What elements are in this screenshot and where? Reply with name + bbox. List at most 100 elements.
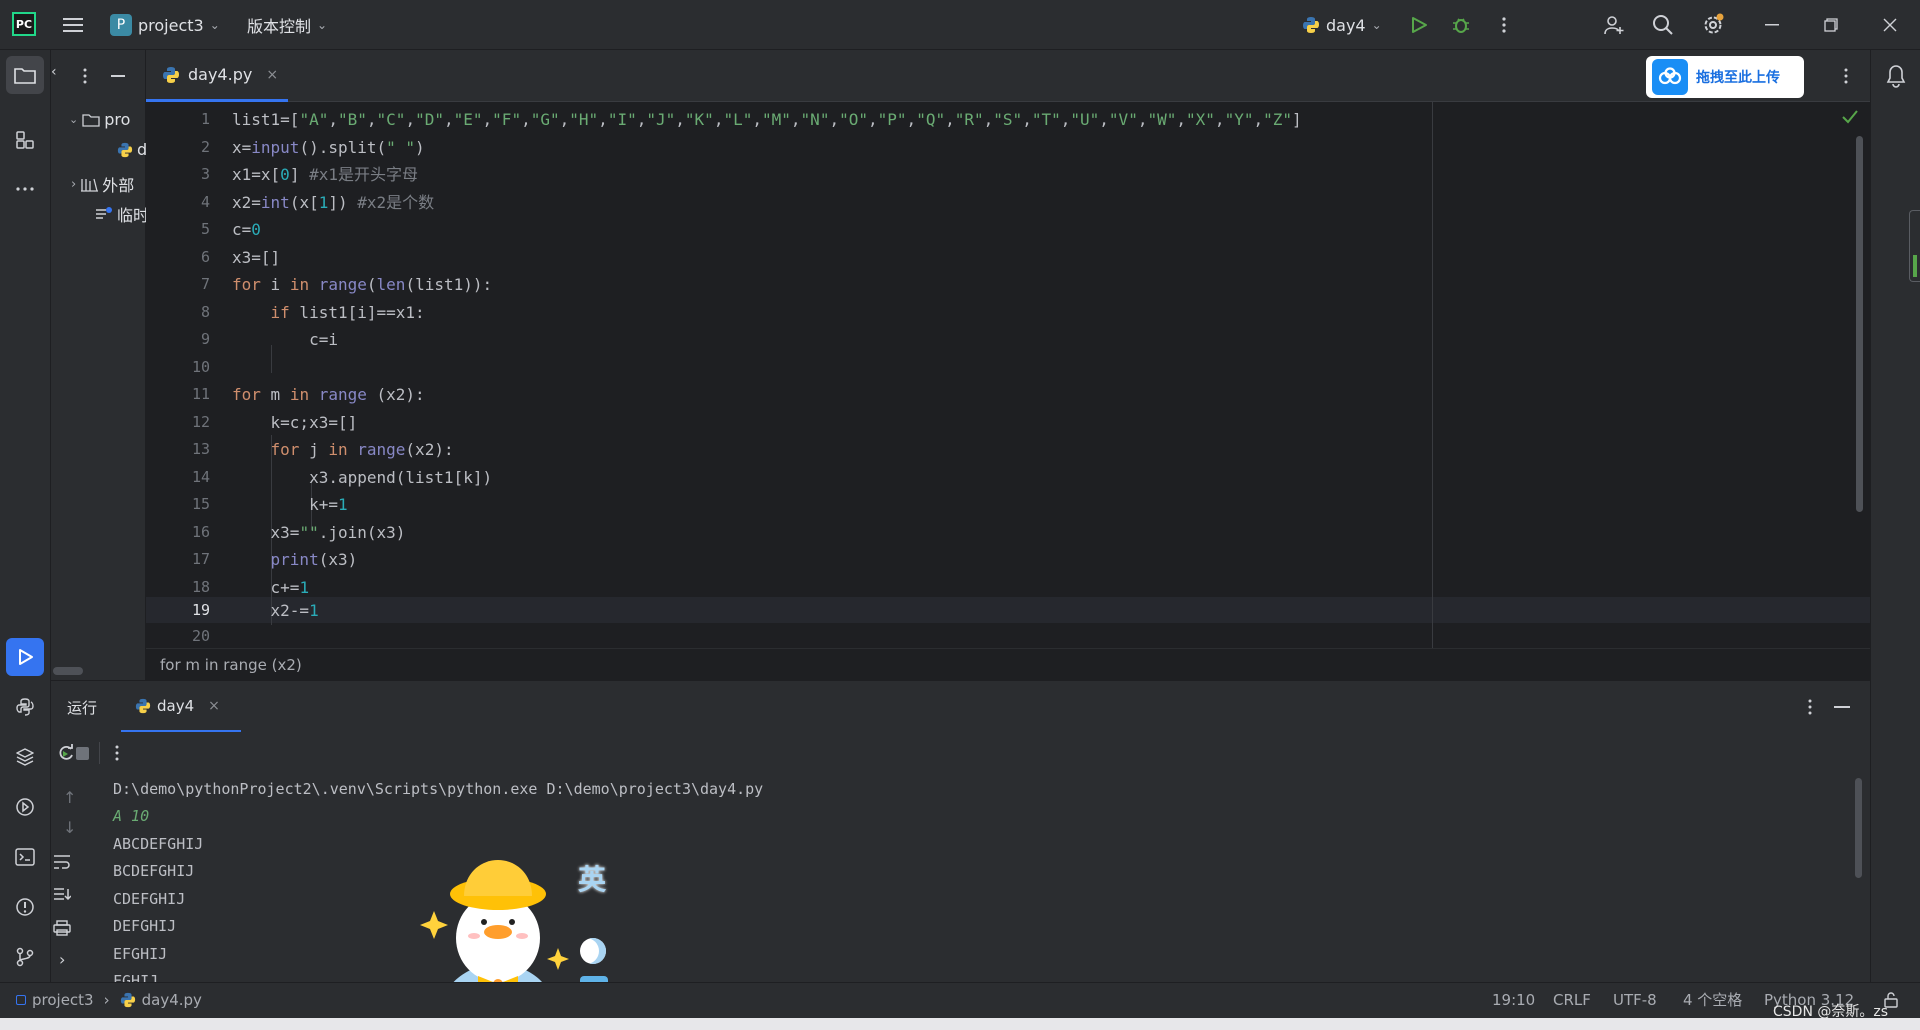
upload-button[interactable]: 拖拽至此上传 xyxy=(1646,56,1804,98)
caret-position[interactable]: 19:10 xyxy=(1492,983,1535,1017)
code-editor[interactable]: 1 2 3 4 5 6 7 8 9 10 11 12 13 14 15 16 17 18 19 20 list1=["… xyxy=(146,102,1870,648)
line-separator[interactable]: CRLF xyxy=(1553,983,1591,1017)
editor-tab-bar: day4.py × 拖拽至此上传 xyxy=(146,50,1870,102)
breadcrumb[interactable]: for m in range (x2) xyxy=(146,648,1870,680)
project-panel: ‹ ⌄ pro d › 外部 临时 xyxy=(51,50,149,680)
breadcrumb-item[interactable]: for m in range (x2) xyxy=(160,656,302,674)
python-icon xyxy=(1303,17,1319,33)
chevron-right-icon: › xyxy=(71,176,77,192)
panel-options-icon[interactable] xyxy=(83,68,87,84)
code-line-3: x1=x[0] #x1是开头字母 xyxy=(232,165,418,184)
editor-options-icon[interactable] xyxy=(1844,68,1848,84)
line-number: 9 xyxy=(200,330,210,348)
main-menu-icon[interactable] xyxy=(55,7,91,43)
python-packages-icon[interactable] xyxy=(6,738,44,776)
soft-wrap-icon[interactable] xyxy=(53,854,71,870)
chevron-right-icon: › xyxy=(103,991,110,1009)
console-scrollbar[interactable] xyxy=(1855,778,1862,878)
debug-icon[interactable] xyxy=(1443,7,1479,43)
project-folder-icon[interactable] xyxy=(6,56,44,94)
line-number: 2 xyxy=(200,138,210,156)
app-logo-icon[interactable]: PC xyxy=(12,12,36,36)
notifications-bell-icon[interactable] xyxy=(1885,64,1907,88)
more-actions-icon[interactable] xyxy=(1486,7,1522,43)
console-line: DEFGHIJ xyxy=(113,917,177,935)
code-area[interactable]: list1=["A","B","C","D","E","F","G","H","… xyxy=(232,102,1532,648)
run-tab-day4[interactable]: day4 × xyxy=(121,681,241,733)
services-icon[interactable] xyxy=(6,788,44,826)
run-tab-label: day4 xyxy=(157,696,195,715)
close-tab-icon[interactable]: × xyxy=(266,67,278,83)
line-number: 11 xyxy=(191,385,210,403)
run-toolbar xyxy=(51,732,1870,774)
tree-item-label: pro xyxy=(104,110,131,129)
close-tab-icon[interactable]: × xyxy=(208,698,220,714)
line-number: 19 xyxy=(191,601,210,619)
status-file[interactable]: day4.py xyxy=(142,983,202,1017)
more-tools-icon[interactable] xyxy=(6,170,44,208)
hide-panel-icon[interactable] xyxy=(111,75,125,77)
rerun-icon[interactable] xyxy=(57,744,75,762)
indent-setting[interactable]: 4 个空格 xyxy=(1683,983,1742,1017)
python-icon xyxy=(120,992,135,1008)
python-console-icon[interactable] xyxy=(6,688,44,726)
search-icon[interactable] xyxy=(1645,7,1681,43)
print-icon[interactable] xyxy=(53,920,71,936)
no-problems-check-icon[interactable] xyxy=(1842,110,1858,124)
line-number: 1 xyxy=(200,110,210,128)
file-encoding[interactable]: UTF-8 xyxy=(1613,983,1657,1017)
console-line: CDEFGHIJ xyxy=(113,890,186,908)
code-line-8: if list1[i]==x1: xyxy=(270,303,425,322)
line-number: 3 xyxy=(200,165,210,183)
editor-tab-day4[interactable]: day4.py × xyxy=(146,50,288,102)
add-user-icon[interactable] xyxy=(1596,7,1632,43)
code-line-2: x=input().split(" ") xyxy=(232,138,425,157)
git-branch-icon[interactable] xyxy=(6,938,44,976)
run-more-icon[interactable] xyxy=(115,745,119,761)
vcs-menu[interactable]: 版本控制 ⌄ xyxy=(247,0,327,50)
run-icon[interactable] xyxy=(1401,7,1437,43)
project-switcher[interactable]: P project3 ⌄ xyxy=(110,0,220,50)
scroll-down-icon[interactable]: ↓ xyxy=(63,818,76,837)
close-icon[interactable] xyxy=(1872,7,1908,43)
scroll-to-end-icon[interactable] xyxy=(53,887,71,903)
scratch-icon xyxy=(96,207,112,219)
status-bar: project3 › day4.py 19:10 CRLF UTF-8 4 个空… xyxy=(0,982,1920,1020)
restore-icon[interactable] xyxy=(1813,7,1849,43)
tree-item-external-libraries[interactable]: › 外部 xyxy=(71,172,134,196)
project-name: project3 xyxy=(138,15,204,35)
line-number: 20 xyxy=(191,627,210,645)
hide-run-panel-icon[interactable] xyxy=(1834,706,1850,708)
tree-item-file[interactable]: d xyxy=(117,140,147,159)
line-number: 18 xyxy=(191,578,210,596)
collapse-icon[interactable]: ‹ xyxy=(51,64,57,80)
console-line: BCDEFGHIJ xyxy=(113,862,195,880)
status-project-breadcrumb[interactable]: project3 › day4.py xyxy=(16,983,202,1017)
structure-icon[interactable] xyxy=(6,121,44,159)
code-line-11: for m in range (x2): xyxy=(232,385,425,404)
console-input-line: A 10 xyxy=(113,807,150,825)
library-icon xyxy=(81,178,99,192)
expand-icon[interactable]: › xyxy=(59,950,65,969)
title-bar: PC P project3 ⌄ 版本控制 ⌄ day4 ⌄ xyxy=(0,0,1920,50)
python-icon xyxy=(117,142,133,157)
stop-icon[interactable] xyxy=(76,747,89,760)
line-number: 15 xyxy=(191,495,210,513)
run-config-selector[interactable]: day4 ⌄ xyxy=(1302,0,1382,50)
lock-icon[interactable] xyxy=(1884,992,1898,1008)
tree-item-project-root[interactable]: ⌄ pro xyxy=(69,110,130,129)
settings-gear-icon[interactable] xyxy=(1695,7,1731,43)
console-output[interactable]: ↑ ↓ › D:\demo\pythonProject2\.venv\Scrip… xyxy=(51,774,1870,982)
run-tool-icon[interactable] xyxy=(6,638,44,676)
run-panel-title: 运行 xyxy=(67,699,98,717)
line-number: 10 xyxy=(191,358,210,376)
tree-item-scratches[interactable]: 临时 xyxy=(95,202,149,226)
vertical-scrollbar[interactable] xyxy=(1856,136,1863,512)
problems-icon[interactable] xyxy=(6,888,44,926)
minimize-icon[interactable] xyxy=(1754,7,1790,43)
horizontal-scrollbar[interactable] xyxy=(53,667,83,675)
status-project[interactable]: project3 xyxy=(32,983,94,1017)
run-panel-options-icon[interactable] xyxy=(1808,699,1812,715)
terminal-icon[interactable] xyxy=(6,838,44,876)
scroll-up-icon[interactable]: ↑ xyxy=(63,788,76,807)
